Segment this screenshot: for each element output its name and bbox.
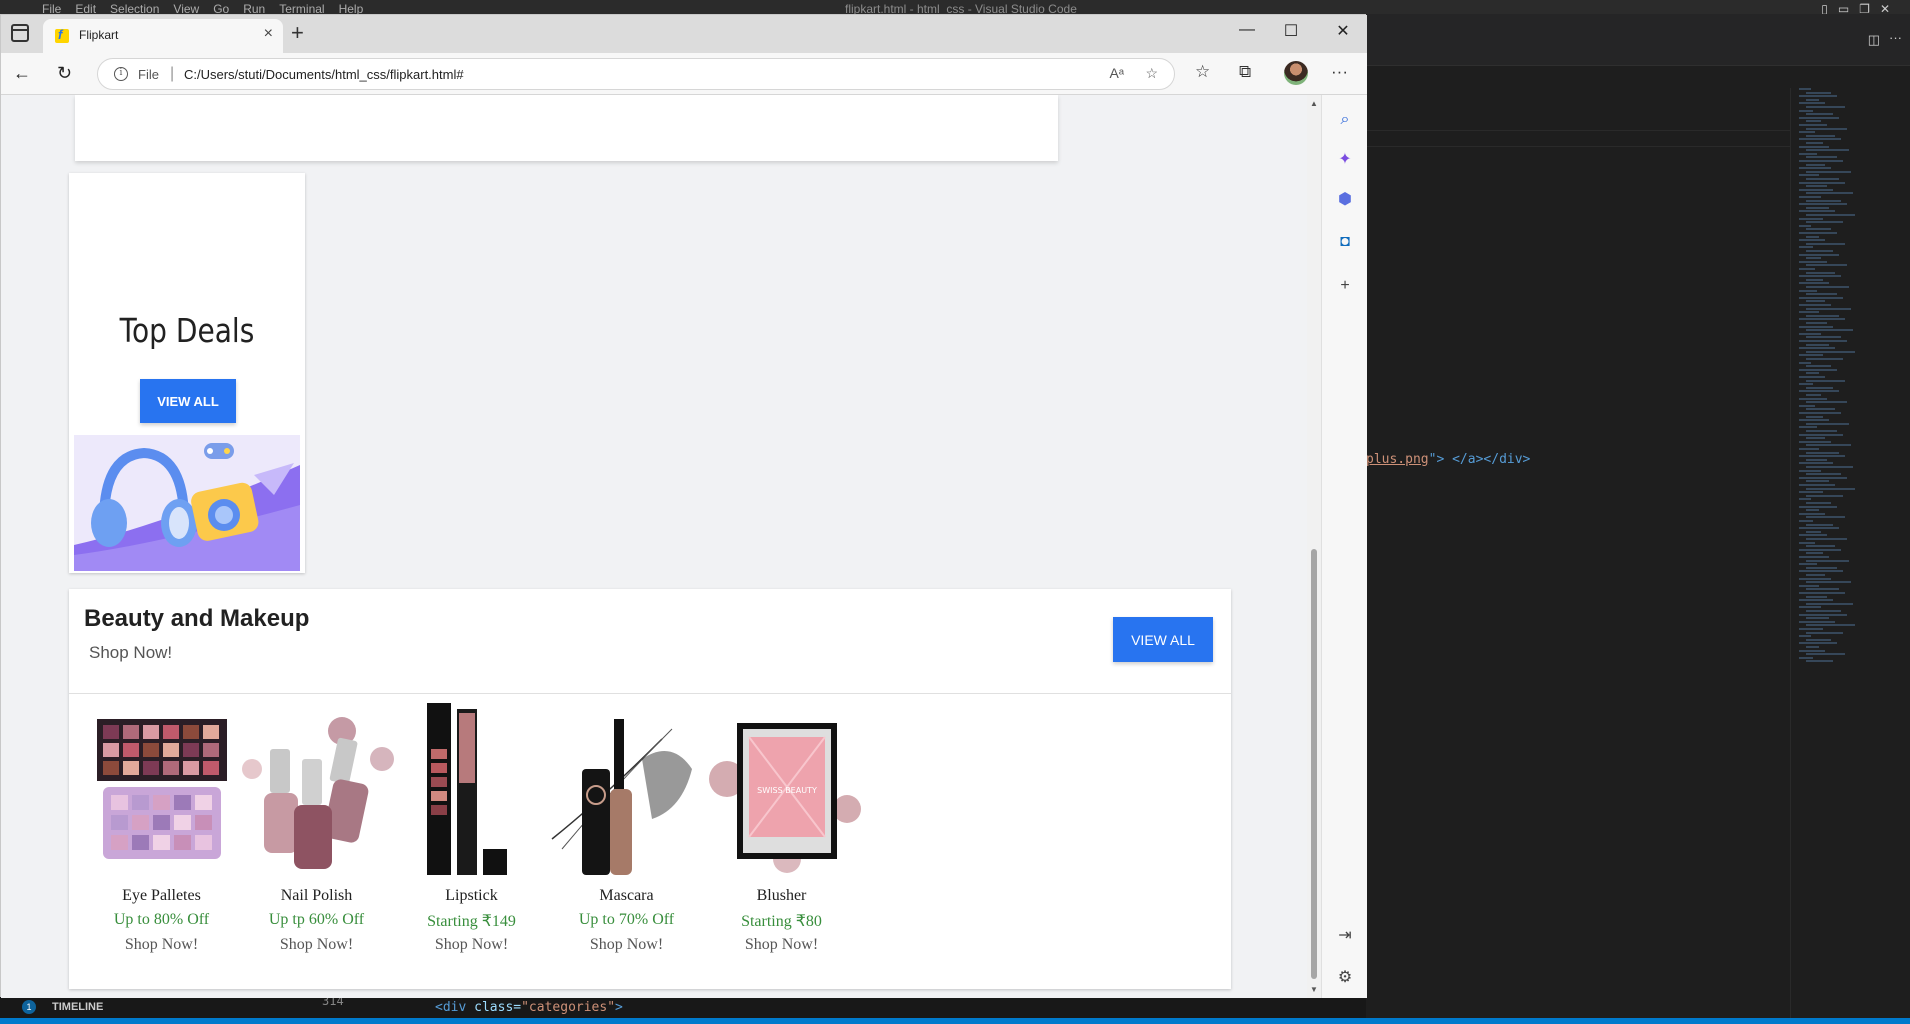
section-divider bbox=[69, 693, 1231, 694]
beauty-makeup-section: Beauty and Makeup Shop Now! VIEW ALL Eye… bbox=[69, 589, 1231, 989]
beauty-section-subtitle: Shop Now! bbox=[89, 643, 173, 662]
settings-more-icon[interactable]: ··· bbox=[1331, 62, 1348, 82]
top-deals-title: Top Deals bbox=[119, 311, 255, 350]
new-tab-button[interactable]: + bbox=[291, 20, 304, 46]
profile-avatar[interactable] bbox=[1284, 61, 1308, 85]
svg-text:SWISS BEAUTY: SWISS BEAUTY bbox=[757, 786, 817, 795]
product-offer: Starting ₹80 bbox=[741, 913, 822, 930]
add-sidebar-icon[interactable]: + bbox=[1334, 275, 1356, 297]
timeline-label[interactable]: TIMELINE bbox=[52, 1001, 103, 1013]
address-url[interactable]: C:/Users/stuti/Documents/html_css/flipka… bbox=[184, 67, 464, 82]
nail-polish-image bbox=[241, 717, 394, 869]
tab-flipkart[interactable]: Flipkart × bbox=[43, 19, 283, 53]
address-separator: | bbox=[170, 65, 175, 82]
address-toolbar: ← ↻ i File | C:/Users/stuti/Documents/ht… bbox=[1, 53, 1367, 95]
maximize-button[interactable]: ☐ bbox=[1271, 21, 1311, 41]
search-icon[interactable]: ⌕ bbox=[1334, 109, 1356, 131]
vscode-editor[interactable] bbox=[1366, 88, 1790, 1018]
hide-sidebar-icon[interactable]: ⇥ bbox=[1334, 925, 1356, 947]
vscode-minimap[interactable] bbox=[1790, 88, 1910, 1018]
scheme-label: File bbox=[138, 67, 159, 82]
vscode-bottom-bar: TIMELINE 314 <div class="categories"> bbox=[0, 994, 1366, 1018]
page-viewport[interactable]: Top Deals VIEW ALL Beauty and Makeup Sho… bbox=[1, 95, 1307, 998]
vscode-status-bar bbox=[0, 1018, 1910, 1024]
tab-close-icon[interactable]: × bbox=[264, 25, 273, 43]
lipstick-image bbox=[426, 703, 507, 875]
vscode-titlebar: File Edit Selection View Go Run Terminal… bbox=[0, 0, 1910, 16]
mascara-image bbox=[551, 719, 692, 875]
product-card[interactable]: SWISS BEAUTY Blusher Starting ₹80 Shop N… bbox=[689, 699, 874, 979]
outlook-icon[interactable]: ◘ bbox=[1334, 231, 1356, 253]
top-deals-view-all-button[interactable]: VIEW ALL bbox=[140, 379, 236, 423]
office-icon[interactable]: ⬢ bbox=[1334, 189, 1356, 211]
edge-sidebar: ⌕ ✦ ⬢ ◘ + ⇥ ⚙ bbox=[1321, 95, 1367, 998]
scroll-down-icon[interactable]: ▼ bbox=[1310, 985, 1318, 994]
top-card bbox=[75, 95, 1058, 161]
address-bar[interactable]: i File | C:/Users/stuti/Documents/html_c… bbox=[97, 58, 1175, 90]
flipkart-favicon-icon bbox=[55, 27, 69, 43]
browser-window: Flipkart × + — ☐ ✕ ← ↻ i File | C:/Users… bbox=[0, 14, 1367, 998]
gadgets-illustration bbox=[74, 435, 300, 571]
collections-icon[interactable]: ⧉ bbox=[1239, 62, 1251, 82]
beauty-section-title: Beauty and Makeup bbox=[84, 605, 310, 632]
minimize-button[interactable]: — bbox=[1227, 21, 1267, 39]
eye-palette-image bbox=[96, 719, 227, 859]
tab-title: Flipkart bbox=[79, 28, 119, 42]
scrollbar-thumb[interactable] bbox=[1311, 549, 1317, 979]
info-icon[interactable]: i bbox=[114, 67, 128, 81]
tab-actions-icon[interactable] bbox=[11, 24, 29, 42]
copilot-icon[interactable]: ✦ bbox=[1334, 149, 1356, 171]
back-icon[interactable]: ← bbox=[13, 63, 31, 84]
scroll-up-icon[interactable]: ▲ bbox=[1310, 99, 1318, 108]
blusher-image: SWISS BEAUTY bbox=[708, 723, 861, 873]
close-button[interactable]: ✕ bbox=[1323, 21, 1363, 41]
sidebar-settings-icon[interactable]: ⚙ bbox=[1334, 967, 1356, 989]
bottom-code-line: <div class="categories"> bbox=[435, 1000, 623, 1015]
favorites-icon[interactable]: ☆ bbox=[1195, 62, 1210, 82]
beauty-view-all-button[interactable]: VIEW ALL bbox=[1113, 617, 1213, 662]
code-line: plus.png"> </a></div> bbox=[1366, 452, 1531, 467]
vscode-tabbar: ◫ ··· bbox=[1366, 14, 1910, 66]
tab-strip: Flipkart × + — ☐ ✕ bbox=[1, 15, 1367, 53]
top-deals-card: Top Deals VIEW ALL bbox=[69, 173, 305, 573]
product-name: Blusher bbox=[756, 887, 807, 904]
favorite-star-icon[interactable]: ☆ bbox=[1145, 65, 1158, 82]
notification-badge[interactable]: 1 bbox=[22, 1000, 36, 1014]
more-actions-icon[interactable]: ··· bbox=[1889, 30, 1902, 45]
page-scrollbar[interactable]: ▲ ▼ bbox=[1307, 95, 1321, 998]
product-cta[interactable]: Shop Now! bbox=[689, 936, 874, 954]
split-editor-icon[interactable]: ◫ bbox=[1868, 32, 1880, 48]
refresh-icon[interactable]: ↻ bbox=[57, 63, 72, 84]
read-aloud-icon[interactable]: Aᵃ bbox=[1109, 65, 1124, 81]
